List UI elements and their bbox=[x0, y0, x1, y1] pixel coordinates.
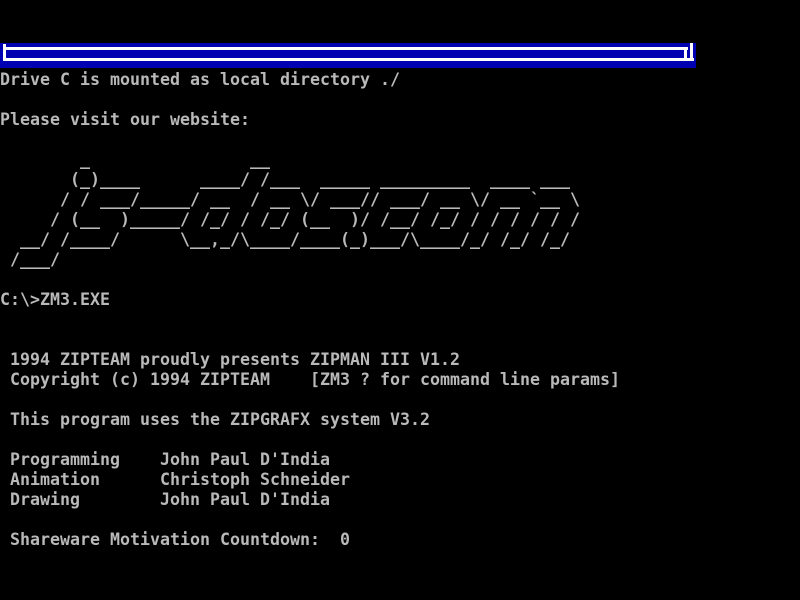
credit-drawing: Drawing John Paul D'India bbox=[0, 490, 330, 510]
dialog-border-right-inner-vertical bbox=[684, 47, 687, 61]
dialog-border-outer-horizontal bbox=[3, 58, 694, 61]
website-message: Please visit our website: bbox=[0, 110, 250, 130]
copyright-line: Copyright (c) 1994 ZIPTEAM [ZM3 ? for co… bbox=[0, 370, 620, 390]
dialog-border-inner-horizontal bbox=[3, 47, 688, 50]
presents-line: 1994 ZIPTEAM proudly presents ZIPMAN III… bbox=[0, 350, 460, 370]
mount-message: Drive C is mounted as local directory ./ bbox=[0, 70, 400, 90]
jsdos-ascii-logo: _ __ (_)____ ____/ /___ _____ _________ … bbox=[0, 150, 580, 270]
countdown-line: Shareware Motivation Countdown: 0 bbox=[0, 530, 350, 550]
engine-line: This program uses the ZIPGRAFX system V3… bbox=[0, 410, 430, 430]
command-prompt: C:\>ZM3.EXE bbox=[0, 290, 110, 310]
dialog-border-right-outer-vertical bbox=[690, 43, 693, 61]
dos-screen[interactable]: Drive C is mounted as local directory ./… bbox=[0, 0, 800, 600]
credit-programming: Programming John Paul D'India bbox=[0, 450, 330, 470]
credit-animation: Animation Christoph Schneider bbox=[0, 470, 350, 490]
